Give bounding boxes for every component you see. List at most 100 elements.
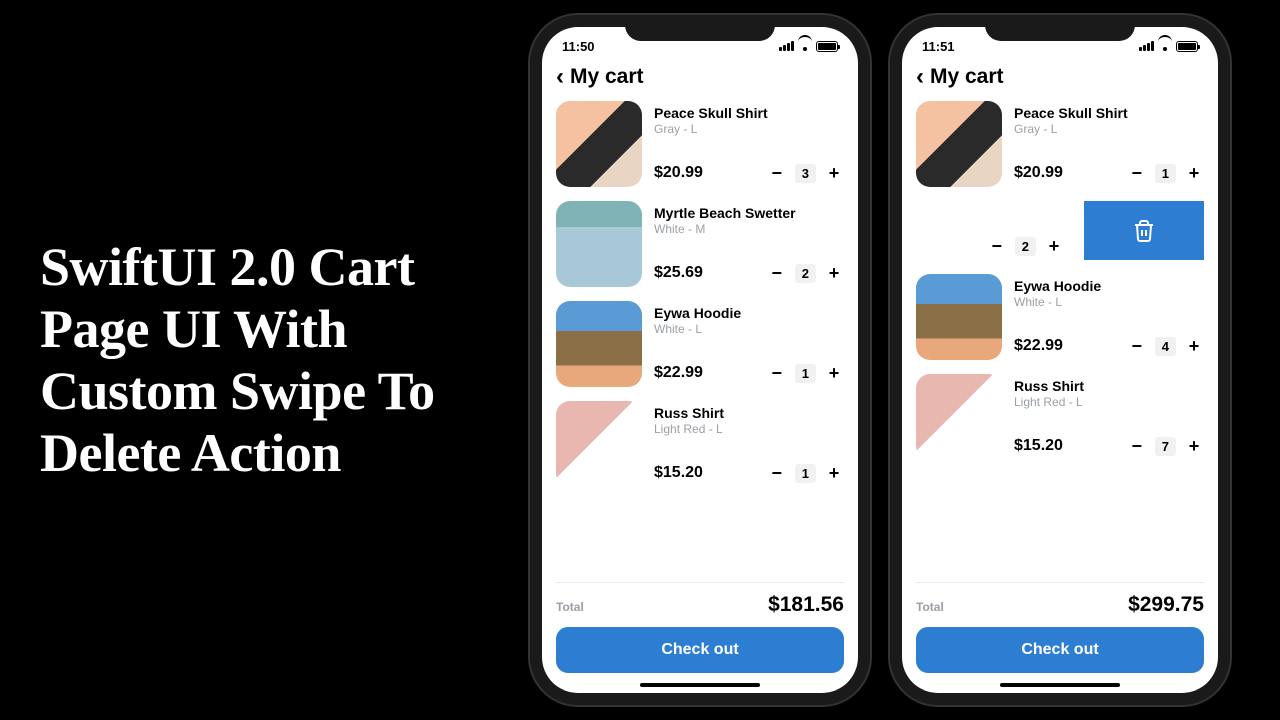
nav-header: ‹ My cart	[902, 59, 1218, 101]
product-name: Russ Shirt	[654, 405, 844, 421]
notch	[985, 15, 1135, 41]
cart-item[interactable]: Myrtle Beach SwetterWhite - M $25.69 −2 +	[556, 201, 844, 287]
minus-button[interactable]: −	[767, 463, 787, 483]
product-name: Peace Skull Shirt	[1014, 105, 1204, 121]
cart-item[interactable]: Russ ShirtLight Red - L $15.20 −1 +	[556, 401, 844, 487]
signal-icon	[1139, 41, 1154, 51]
phone-mockups: 11:50 ‹ My cart Peace Skull ShirtGray - …	[530, 15, 1230, 705]
quantity-value: 3	[795, 164, 816, 183]
product-variant: Light Red - L	[654, 422, 844, 436]
product-variant: - M	[902, 222, 1064, 236]
product-variant: White - L	[1014, 295, 1204, 309]
home-indicator[interactable]	[1000, 683, 1120, 687]
footer: Total $299.75 Check out	[902, 583, 1218, 693]
back-button[interactable]: ‹	[916, 63, 924, 91]
cart-item[interactable]: Russ ShirtLight Red - L $15.20 −7 +	[916, 374, 1204, 460]
cart-item[interactable]: Eywa HoodieWhite - L $22.99 −1 +	[556, 301, 844, 387]
plus-button[interactable]: +	[1044, 236, 1064, 256]
quantity-stepper: −2+	[987, 236, 1064, 256]
back-button[interactable]: ‹	[556, 63, 564, 91]
plus-button[interactable]: +	[1184, 163, 1204, 183]
quantity-stepper: −3 +	[767, 163, 844, 183]
checkout-button[interactable]: Check out	[556, 627, 844, 673]
delete-button[interactable]	[1084, 201, 1204, 260]
footer: Total $181.56 Check out	[542, 583, 858, 693]
quantity-stepper: −2 +	[767, 263, 844, 283]
cart-item[interactable]: Peace Skull ShirtGray - L $20.99 −1 +	[916, 101, 1204, 187]
minus-button[interactable]: −	[767, 163, 787, 183]
plus-button[interactable]: +	[824, 263, 844, 283]
product-price: $22.99	[654, 364, 703, 382]
minus-button[interactable]: −	[1127, 163, 1147, 183]
quantity-value: 1	[1155, 164, 1176, 183]
status-time: 11:50	[562, 39, 595, 54]
quantity-stepper: −1 +	[767, 363, 844, 383]
product-name: Peace Skull Shirt	[654, 105, 844, 121]
product-variant: Gray - L	[1014, 122, 1204, 136]
plus-button[interactable]: +	[824, 463, 844, 483]
product-price: $20.99	[654, 164, 703, 182]
cart-list: Peace Skull ShirtGray - L$20.99−1+Beach …	[902, 101, 1218, 582]
total-value: $181.56	[768, 593, 844, 617]
product-price: $15.20	[654, 464, 703, 482]
quantity-stepper: −1 +	[1127, 163, 1204, 183]
product-price: $20.99	[1014, 164, 1063, 182]
phone-left: 11:50 ‹ My cart Peace Skull ShirtGray - …	[530, 15, 870, 705]
checkout-button[interactable]: Check out	[916, 627, 1204, 673]
minus-button[interactable]: −	[767, 263, 787, 283]
product-name: Beach Swetter	[902, 205, 1064, 221]
battery-icon	[1176, 41, 1198, 52]
cart-item[interactable]: Beach Swetter- M69−2+	[916, 201, 1204, 260]
signal-icon	[779, 41, 794, 51]
product-name: Eywa Hoodie	[654, 305, 844, 321]
product-thumbnail	[916, 101, 1002, 187]
product-variant: Light Red - L	[1014, 395, 1204, 409]
quantity-stepper: −7 +	[1127, 436, 1204, 456]
wifi-icon	[798, 41, 812, 51]
screen: 11:50 ‹ My cart Peace Skull ShirtGray - …	[542, 27, 858, 693]
product-name: Russ Shirt	[1014, 378, 1204, 394]
quantity-stepper: −4 +	[1127, 336, 1204, 356]
plus-button[interactable]: +	[824, 363, 844, 383]
quantity-stepper: −1 +	[767, 463, 844, 483]
wifi-icon	[1158, 41, 1172, 51]
page-title: My cart	[930, 65, 1004, 89]
product-thumbnail	[916, 274, 1002, 360]
phone-right: 11:51 ‹ My cart Peace Skull ShirtGray - …	[890, 15, 1230, 705]
page-title: My cart	[570, 65, 644, 89]
home-indicator[interactable]	[640, 683, 760, 687]
status-time: 11:51	[922, 39, 955, 54]
plus-button[interactable]: +	[824, 163, 844, 183]
minus-button[interactable]: −	[767, 363, 787, 383]
product-variant: White - L	[654, 322, 844, 336]
total-label: Total	[556, 600, 584, 614]
product-name: Eywa Hoodie	[1014, 278, 1204, 294]
minus-button[interactable]: −	[1127, 436, 1147, 456]
product-variant: White - M	[654, 222, 844, 236]
notch	[625, 15, 775, 41]
total-value: $299.75	[1128, 593, 1204, 617]
screen: 11:51 ‹ My cart Peace Skull ShirtGray - …	[902, 27, 1218, 693]
product-name: Myrtle Beach Swetter	[654, 205, 844, 221]
product-thumbnail	[556, 201, 642, 287]
promo-title: SwiftUI 2.0 Cart Page UI With Custom Swi…	[0, 236, 520, 484]
minus-button[interactable]: −	[1127, 336, 1147, 356]
quantity-value: 1	[795, 464, 816, 483]
quantity-value: 7	[1155, 437, 1176, 456]
product-price: $22.99	[1014, 337, 1063, 355]
product-price: $15.20	[1014, 437, 1063, 455]
product-thumbnail	[556, 401, 642, 487]
minus-button[interactable]: −	[987, 236, 1007, 256]
cart-item[interactable]: Eywa HoodieWhite - L $22.99 −4 +	[916, 274, 1204, 360]
plus-button[interactable]: +	[1184, 436, 1204, 456]
quantity-value: 1	[795, 364, 816, 383]
battery-icon	[816, 41, 838, 52]
quantity-value: 2	[795, 264, 816, 283]
plus-button[interactable]: +	[1184, 336, 1204, 356]
product-variant: Gray - L	[654, 122, 844, 136]
quantity-value: 4	[1155, 337, 1176, 356]
cart-item[interactable]: Peace Skull ShirtGray - L $20.99 −3 +	[556, 101, 844, 187]
product-thumbnail	[916, 374, 1002, 460]
product-thumbnail	[556, 101, 642, 187]
product-price: $25.69	[654, 264, 703, 282]
